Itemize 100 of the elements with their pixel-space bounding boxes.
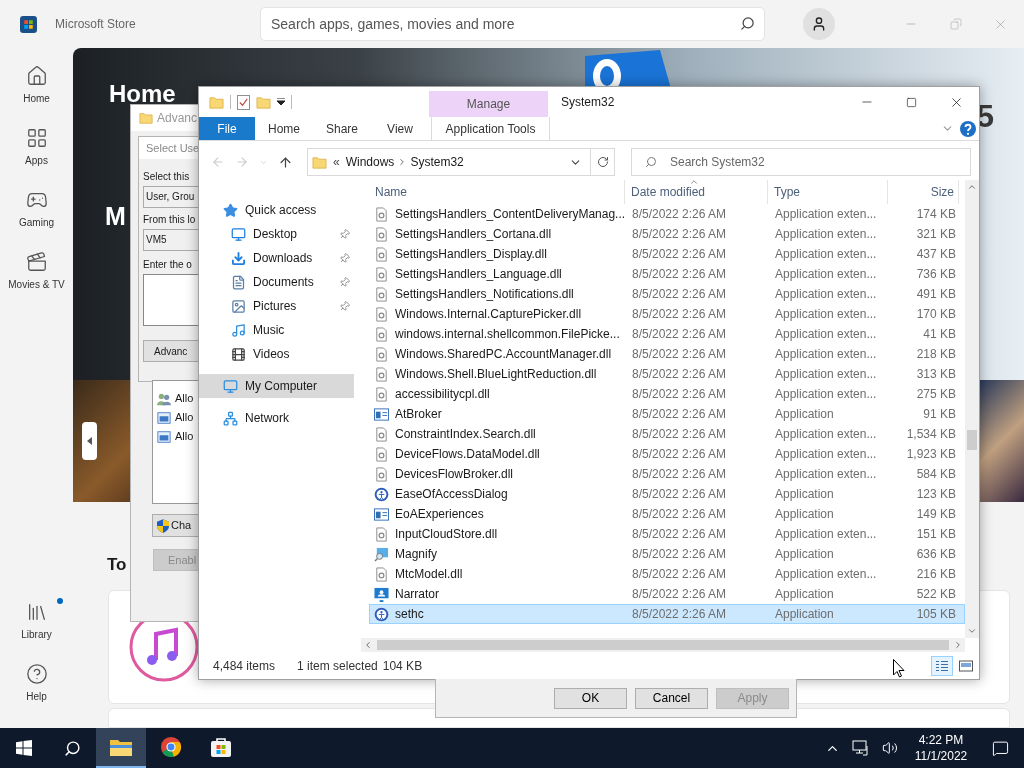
refresh-icon xyxy=(596,156,609,168)
details-view-icon xyxy=(935,660,949,672)
size-cell-text: 522 KB xyxy=(915,586,957,603)
size-cell-text: 149 KB xyxy=(915,506,957,523)
file-row[interactable]: Windows.Shell.BlueLightReduction.dll 8/5/2022 2:26 AM Application exten... 313 KB xyxy=(369,364,965,384)
store-nav-item[interactable]: Apps xyxy=(4,116,69,178)
file-row[interactable]: windows.internal.shellcommon.FilePicke... 8/5/2022 2:26 AM Application exten... 41 KB xyxy=(369,324,965,344)
nav-pane-item[interactable]: Pictures xyxy=(199,294,354,318)
address-bar[interactable]: « Windows System32 xyxy=(307,148,615,176)
file-gear-icon xyxy=(374,566,389,582)
overflow-chevron[interactable]: « xyxy=(333,153,340,171)
ribbon-tab[interactable]: Share xyxy=(313,117,371,140)
breadcrumb-link[interactable]: System32 xyxy=(410,153,464,171)
store-nav-item[interactable]: Movies & TV xyxy=(4,240,69,302)
file-gear-icon xyxy=(374,386,389,402)
file-name: EaseOfAccessDialog xyxy=(395,486,508,503)
ribbon-tab[interactable]: Home xyxy=(255,117,313,140)
file-row[interactable]: Narrator 8/5/2022 2:26 AM Application 522 KB xyxy=(369,584,965,604)
file-gear-icon xyxy=(374,206,389,222)
nav-pane-item[interactable]: Network xyxy=(199,406,354,430)
file-gear-icon xyxy=(374,446,389,462)
file-gear-icon xyxy=(374,286,389,302)
size-cell-text: 41 KB xyxy=(922,326,957,343)
file-row[interactable]: accessibilitycpl.dll 8/5/2022 2:26 AM Application exten... 275 KB xyxy=(369,384,965,404)
taskbar-app-button[interactable] xyxy=(96,728,146,768)
dialog-button[interactable]: Cancel xyxy=(635,687,708,709)
volume-icon[interactable] xyxy=(882,740,898,756)
type-cell-text: Application exten... xyxy=(774,326,878,343)
file-row[interactable]: ConstraintIndex.Search.dll 8/5/2022 2:26 AM Application exten... 1,534 KB xyxy=(369,424,965,444)
dialog-title: Select Use xyxy=(146,140,200,156)
scroll-down-icon xyxy=(967,626,977,636)
nav-pane-item[interactable]: My Computer xyxy=(199,374,354,398)
breadcrumb-link[interactable]: Windows xyxy=(345,153,395,171)
vertical-scrollbar[interactable] xyxy=(965,180,979,638)
help-icon[interactable] xyxy=(960,120,976,137)
nav-pane-item[interactable]: Downloads xyxy=(199,246,354,270)
account-button[interactable] xyxy=(803,8,835,40)
view-button[interactable] xyxy=(931,656,953,676)
size-cell-text: 123 KB xyxy=(915,486,957,503)
search-field[interactable]: Search apps, games, movies and more xyxy=(260,7,765,41)
carousel-previous-button[interactable] xyxy=(82,422,97,460)
nav-pane-item[interactable]: Documents xyxy=(199,270,354,294)
store-nav-item[interactable]: Library xyxy=(4,590,69,652)
computer-icon xyxy=(223,378,238,394)
dialog-button[interactable]: OK xyxy=(554,687,627,709)
nav-pane-item[interactable]: Videos xyxy=(199,342,354,366)
scroll-right-icon xyxy=(953,640,963,650)
nav-pane-item[interactable]: Music xyxy=(199,318,354,342)
selection-size: 104 KB xyxy=(382,658,423,675)
clock-button[interactable]: 4:22 PM 11/1/2022 xyxy=(906,728,976,768)
file-row[interactable]: InputCloudStore.dll 8/5/2022 2:26 AM Application exten... 151 KB xyxy=(369,524,965,544)
ribbon-tab[interactable]: File xyxy=(199,117,255,140)
file-row[interactable]: EoAExperiences 8/5/2022 2:26 AM Application 149 KB xyxy=(369,504,965,524)
file-row[interactable]: EaseOfAccessDialog 8/5/2022 2:26 AM Application 123 KB xyxy=(369,484,965,504)
search-icon xyxy=(740,16,755,31)
item-count: 4,484 items xyxy=(213,658,276,675)
file-row[interactable]: SettingsHandlers_Display.dll 8/5/2022 2:26 AM Application exten... 437 KB xyxy=(369,244,965,264)
file-row[interactable]: Magnify 8/5/2022 2:26 AM Application 636 KB xyxy=(369,544,965,564)
file-name: Windows.Shell.BlueLightReduction.dll xyxy=(395,366,597,383)
large-icons-view-icon xyxy=(959,660,973,672)
file-row[interactable]: Windows.SharedPC.AccountManager.dll 8/5/2022 2:26 AM Application exten... 218 KB xyxy=(369,344,965,364)
file-row[interactable]: DevicesFlowBroker.dll 8/5/2022 2:26 AM Application exten... 584 KB xyxy=(369,464,965,484)
store-nav-item[interactable]: Gaming xyxy=(4,178,69,240)
horizontal-scrollbar[interactable] xyxy=(361,638,965,652)
maximize-icon xyxy=(906,96,917,108)
names-input-field[interactable] xyxy=(143,274,200,326)
change-button[interactable]: Cha xyxy=(152,514,199,537)
store-nav-item[interactable]: Home xyxy=(4,54,69,116)
column-header[interactable]: Type xyxy=(768,180,888,204)
store-nav-item[interactable]: Help xyxy=(4,652,69,714)
network-icon[interactable] xyxy=(852,740,870,756)
file-row[interactable]: SettingsHandlers_Cortana.dll 8/5/2022 2:26 AM Application exten... 321 KB xyxy=(369,224,965,244)
search-field[interactable]: Search System32 xyxy=(631,148,971,176)
date-modified-cell-text: 8/5/2022 2:26 AM xyxy=(631,546,728,563)
file-row[interactable]: Windows.Internal.CapturePicker.dll 8/5/2022 2:26 AM Application exten... 170 KB xyxy=(369,304,965,324)
column-header[interactable]: Size xyxy=(888,180,959,204)
ribbon-tab[interactable]: Application Tools xyxy=(431,117,550,140)
type-cell-text: Application exten... xyxy=(774,466,878,483)
permission-entry[interactable]: Allo xyxy=(157,389,198,408)
permission-entry[interactable]: Allo xyxy=(157,408,198,427)
file-row[interactable]: AtBroker 8/5/2022 2:26 AM Application 91 KB xyxy=(369,404,965,424)
size-cell-text: 151 KB xyxy=(915,526,957,543)
scroll-thumb[interactable] xyxy=(967,430,977,450)
file-row[interactable]: SettingsHandlers_ContentDeliveryManag... 8/5/2022 2:26 AM Application exten... 174 KB xyxy=(369,204,965,224)
file-row[interactable]: DeviceFlows.DataModel.dll 8/5/2022 2:26 AM Application exten... 1,923 KB xyxy=(369,444,965,464)
ribbon-tab[interactable]: View xyxy=(371,117,429,140)
file-row[interactable]: SettingsHandlers_Notifications.dll 8/5/2022 2:26 AM Application exten... 491 KB xyxy=(369,284,965,304)
scroll-thumb[interactable] xyxy=(377,640,949,650)
permission-entry[interactable]: Allo xyxy=(157,427,198,446)
file-row[interactable]: sethc 8/5/2022 2:26 AM Application 105 KB xyxy=(369,604,965,624)
file-row[interactable]: MtcModel.dll 8/5/2022 2:26 AM Application exten... 216 KB xyxy=(369,564,965,584)
nav-pane-item[interactable]: Quick access xyxy=(199,198,354,222)
advanced-button[interactable]: Advanc xyxy=(143,340,200,362)
file-row[interactable]: SettingsHandlers_Language.dll 8/5/2022 2:26 AM Application exten... 736 KB xyxy=(369,264,965,284)
folder-icon xyxy=(109,737,133,757)
file-name: DeviceFlows.DataModel.dll xyxy=(395,446,540,463)
nav-pane-item[interactable]: Desktop xyxy=(199,222,354,246)
shield-icon xyxy=(157,518,169,533)
column-header[interactable]: Date modified xyxy=(625,180,768,204)
column-header[interactable]: Name xyxy=(369,180,625,204)
